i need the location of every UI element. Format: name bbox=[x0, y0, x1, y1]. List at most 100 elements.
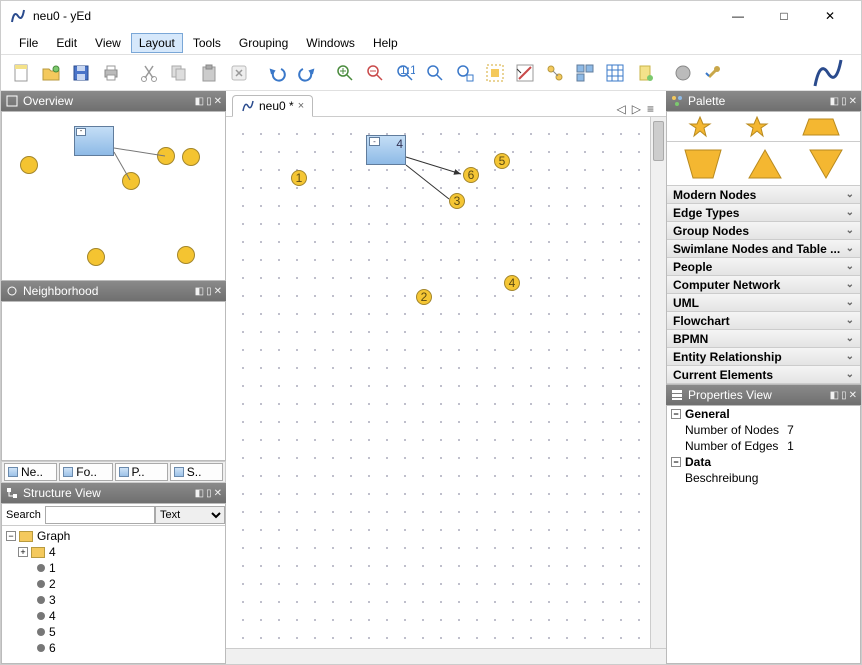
open-icon[interactable] bbox=[37, 59, 65, 87]
menu-layout[interactable]: Layout bbox=[131, 33, 183, 53]
collapse-icon[interactable]: − bbox=[671, 457, 681, 467]
panel-float-icon[interactable]: ▯ bbox=[206, 488, 212, 499]
panel-dock-icon[interactable]: ◧ bbox=[830, 96, 839, 107]
neighborhood-header[interactable]: Neighborhood ◧ ▯ ✕ bbox=[1, 281, 226, 301]
overview-panel[interactable]: - bbox=[1, 111, 226, 281]
tree-node[interactable]: 3 bbox=[6, 592, 221, 608]
delete-icon[interactable] bbox=[225, 59, 253, 87]
collapse-icon[interactable]: − bbox=[671, 409, 681, 419]
edit-mode-icon[interactable] bbox=[511, 59, 539, 87]
tab-close-icon[interactable]: × bbox=[298, 100, 304, 112]
structure-header[interactable]: Structure View ◧ ▯ ✕ bbox=[1, 483, 226, 503]
menu-file[interactable]: File bbox=[11, 33, 46, 53]
nav-mode-icon[interactable] bbox=[541, 59, 569, 87]
palette-cat-edge-types[interactable]: Edge Types⌄ bbox=[667, 204, 860, 222]
trapezoid-shape-icon[interactable] bbox=[801, 115, 841, 139]
menu-grouping[interactable]: Grouping bbox=[231, 33, 296, 53]
prop-row[interactable]: Number of Nodes7 bbox=[667, 422, 860, 438]
triangle-down-shape-icon[interactable] bbox=[808, 146, 844, 182]
prop-section-general[interactable]: −General bbox=[667, 406, 860, 422]
palette-cat-uml[interactable]: UML⌄ bbox=[667, 294, 860, 312]
zoom-fit-icon[interactable] bbox=[421, 59, 449, 87]
tree-node[interactable]: 1 bbox=[6, 560, 221, 576]
palette-cat-network[interactable]: Computer Network⌄ bbox=[667, 276, 860, 294]
panel-float-icon[interactable]: ▯ bbox=[841, 96, 847, 107]
palette-cat-bpmn[interactable]: BPMN⌄ bbox=[667, 330, 860, 348]
print-icon[interactable] bbox=[97, 59, 125, 87]
paste-icon[interactable] bbox=[195, 59, 223, 87]
panel-float-icon[interactable]: ▯ bbox=[206, 96, 212, 107]
graph-canvas[interactable]: - 4 1 2 3 4 5 6 bbox=[226, 117, 650, 648]
menu-windows[interactable]: Windows bbox=[298, 33, 363, 53]
menu-help[interactable]: Help bbox=[365, 33, 406, 53]
canvas-node-4[interactable]: 4 bbox=[504, 275, 520, 291]
redo-icon[interactable] bbox=[293, 59, 321, 87]
snap-icon[interactable] bbox=[631, 59, 659, 87]
neighborhood-panel[interactable] bbox=[1, 301, 226, 461]
zoom-in-icon[interactable] bbox=[331, 59, 359, 87]
menu-tools[interactable]: Tools bbox=[185, 33, 229, 53]
tree-node[interactable]: 2 bbox=[6, 576, 221, 592]
collapse-icon[interactable]: − bbox=[6, 531, 16, 541]
canvas-node-3[interactable]: 3 bbox=[449, 193, 465, 209]
vertical-scrollbar[interactable] bbox=[650, 117, 666, 648]
expand-icon[interactable]: + bbox=[18, 547, 28, 557]
palette-cat-er[interactable]: Entity Relationship⌄ bbox=[667, 348, 860, 366]
cut-icon[interactable] bbox=[135, 59, 163, 87]
palette-cat-people[interactable]: People⌄ bbox=[667, 258, 860, 276]
maximize-button[interactable]: □ bbox=[761, 1, 807, 31]
panel-float-icon[interactable]: ▯ bbox=[206, 286, 212, 297]
canvas-group-node[interactable]: - 4 bbox=[366, 135, 406, 165]
fit-selection-icon[interactable] bbox=[481, 59, 509, 87]
close-button[interactable]: ✕ bbox=[807, 1, 853, 31]
prop-section-data[interactable]: −Data bbox=[667, 454, 860, 470]
save-icon[interactable] bbox=[67, 59, 95, 87]
new-doc-icon[interactable] bbox=[7, 59, 35, 87]
grid-icon[interactable] bbox=[601, 59, 629, 87]
panel-close-icon[interactable]: ✕ bbox=[214, 286, 222, 297]
tree-node[interactable]: 5 bbox=[6, 624, 221, 640]
prop-row[interactable]: Beschreibung bbox=[667, 470, 860, 486]
mini-tab-p[interactable]: P.. bbox=[115, 463, 168, 481]
palette-cat-group-nodes[interactable]: Group Nodes⌄ bbox=[667, 222, 860, 240]
palette-cat-current[interactable]: Current Elements⌄ bbox=[667, 366, 860, 384]
star-shape-icon[interactable] bbox=[686, 115, 714, 139]
menu-view[interactable]: View bbox=[87, 33, 129, 53]
menu-edit[interactable]: Edit bbox=[48, 33, 85, 53]
canvas-node-2[interactable]: 2 bbox=[416, 289, 432, 305]
panel-close-icon[interactable]: ✕ bbox=[214, 96, 222, 107]
tree-node[interactable]: 4 bbox=[6, 608, 221, 624]
palette-cat-swimlane[interactable]: Swimlane Nodes and Table ...⌄ bbox=[667, 240, 860, 258]
tab-list-icon[interactable]: ≡ bbox=[647, 102, 654, 116]
overview-header[interactable]: Overview ◧ ▯ ✕ bbox=[1, 91, 226, 111]
canvas-node-5[interactable]: 5 bbox=[494, 153, 510, 169]
panel-dock-icon[interactable]: ◧ bbox=[195, 96, 204, 107]
undo-icon[interactable] bbox=[263, 59, 291, 87]
mini-tab-s[interactable]: S.. bbox=[170, 463, 223, 481]
panel-dock-icon[interactable]: ◧ bbox=[830, 390, 839, 401]
search-mode-select[interactable]: Text bbox=[155, 506, 225, 524]
search-input[interactable] bbox=[45, 506, 155, 524]
structure-tree[interactable]: − Graph + 4 1 2 3 4 5 6 bbox=[2, 526, 225, 663]
tree-root[interactable]: − Graph bbox=[6, 528, 221, 544]
properties-header[interactable]: Properties View ◧ ▯ ✕ bbox=[666, 385, 861, 405]
panel-dock-icon[interactable]: ◧ bbox=[195, 488, 204, 499]
panel-close-icon[interactable]: ✕ bbox=[214, 488, 222, 499]
tab-prev-icon[interactable]: ◁ bbox=[617, 102, 626, 116]
mini-tab-fo[interactable]: Fo.. bbox=[59, 463, 112, 481]
tab-next-icon[interactable]: ▷ bbox=[632, 102, 641, 116]
panel-dock-icon[interactable]: ◧ bbox=[195, 286, 204, 297]
panel-close-icon[interactable]: ✕ bbox=[849, 390, 857, 401]
minimize-button[interactable]: — bbox=[715, 1, 761, 31]
horizontal-scrollbar[interactable] bbox=[226, 648, 666, 664]
trapezoid-down-shape-icon[interactable] bbox=[683, 146, 723, 182]
zoom-11-icon[interactable]: 1:1 bbox=[391, 59, 419, 87]
triangle-shape-icon[interactable] bbox=[747, 146, 783, 182]
panel-float-icon[interactable]: ▯ bbox=[841, 390, 847, 401]
palette-cat-flowchart[interactable]: Flowchart⌄ bbox=[667, 312, 860, 330]
palette-header[interactable]: Palette ◧ ▯ ✕ bbox=[666, 91, 861, 111]
group-icon[interactable] bbox=[669, 59, 697, 87]
prop-row[interactable]: Number of Edges1 bbox=[667, 438, 860, 454]
copy-icon[interactable] bbox=[165, 59, 193, 87]
layout-icon[interactable] bbox=[571, 59, 599, 87]
